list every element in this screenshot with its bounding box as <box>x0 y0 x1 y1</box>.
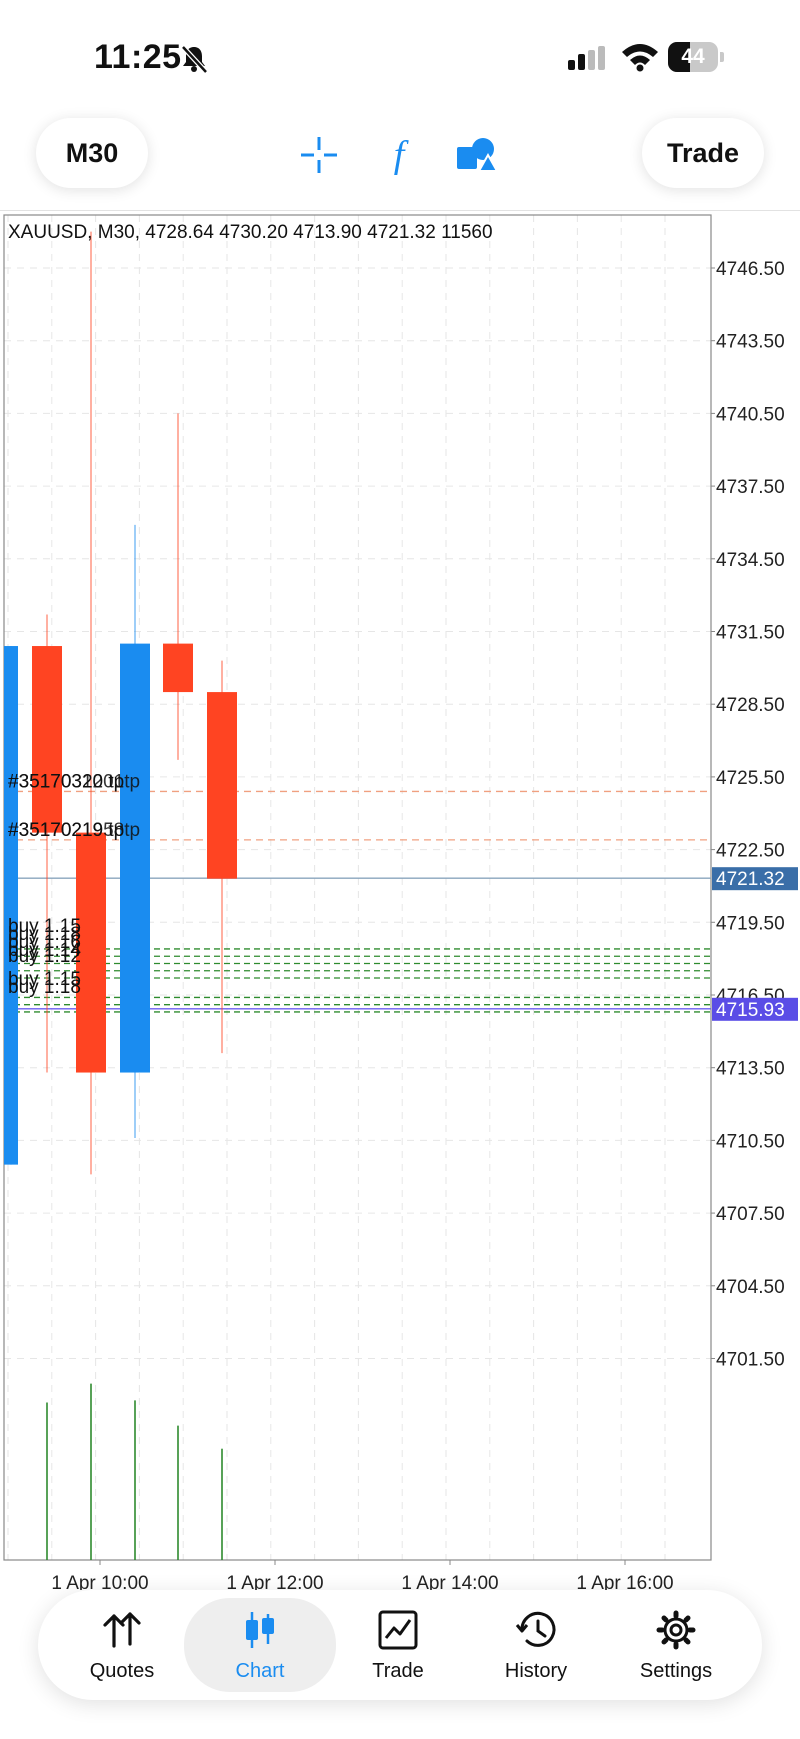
candle-body <box>4 646 18 1165</box>
indicator-f-icon[interactable]: f <box>376 132 422 178</box>
nav-settings[interactable]: Settings <box>606 1590 746 1700</box>
nav-chart[interactable]: Chart <box>184 1598 336 1692</box>
order-tp-label-overlay: #3517021958tp <box>8 820 140 841</box>
order-tp-label-overlay: #3517031201tp <box>8 771 140 792</box>
status-bar: 11:25 44 <box>0 0 800 110</box>
buy-position-label: buy 1.18 <box>8 977 81 998</box>
volume-bars <box>46 1383 223 1560</box>
price-axis: 4746.50 4743.50 4740.50 4737.50 4734.50 4731.… <box>711 259 798 1370</box>
price-tick-label: 4743.50 <box>716 332 785 353</box>
price-tick-label: 4701.50 <box>716 1349 785 1370</box>
shapes-icon[interactable] <box>454 132 500 178</box>
nav-label: Quotes <box>89 1660 155 1682</box>
history-clock-icon <box>515 1611 556 1647</box>
clock-time: 11:25 <box>94 38 182 76</box>
price-chart[interactable]: #35170320 tp#3517031201tp#35170219 tp#35… <box>0 210 800 1590</box>
nav-label: Chart <box>235 1660 285 1682</box>
time-axis: 1 Apr 10:00 1 Apr 12:00 1 Apr 14:00 1 Apr 1… <box>51 1560 674 1590</box>
timeframe-button[interactable]: M30 <box>36 118 148 188</box>
candles-icon <box>246 1612 274 1648</box>
nav-label: Trade <box>372 1660 424 1682</box>
battery-level: 44 <box>681 45 705 68</box>
time-tick-label: 1 Apr 14:00 <box>401 1573 498 1590</box>
nav-history[interactable]: History <box>466 1590 606 1700</box>
price-tick-label: 4704.50 <box>716 1277 785 1298</box>
time-tick-label: 1 Apr 16:00 <box>576 1573 673 1590</box>
price-tick-label: 4722.50 <box>716 841 785 862</box>
current-price-label: 4721.32 <box>716 869 785 890</box>
price-tick-label: 4713.50 <box>716 1059 785 1080</box>
battery-indicator: 44 <box>668 42 724 72</box>
gear-icon <box>656 1610 696 1650</box>
silent-bell-icon <box>181 45 208 74</box>
time-tick-label: 1 Apr 12:00 <box>226 1573 323 1590</box>
alt-price-label: 4715.93 <box>716 1000 785 1021</box>
price-tick-label: 4707.50 <box>716 1204 785 1225</box>
candle-body <box>207 692 237 879</box>
price-tick-label: 4746.50 <box>716 259 785 280</box>
chart-header: XAUUSD, M30, 4728.64 4730.20 4713.90 472… <box>8 222 493 243</box>
candle-body <box>120 643 150 1073</box>
candles <box>4 231 237 1175</box>
price-tick-label: 4725.50 <box>716 768 785 789</box>
crosshair-icon[interactable] <box>296 132 342 178</box>
quotes-arrows-icon <box>103 1612 141 1648</box>
candle-body <box>163 643 193 693</box>
bottom-navigation: Quotes Chart Trade History Settings <box>38 1590 762 1700</box>
svg-text:f: f <box>394 134 409 176</box>
nav-quotes[interactable]: Quotes <box>52 1590 192 1700</box>
time-tick-label: 1 Apr 10:00 <box>51 1573 148 1590</box>
candle-body <box>32 646 62 833</box>
price-tick-label: 4740.50 <box>716 404 785 425</box>
cellular-signal-icon <box>568 46 605 70</box>
price-tick-label: 4731.50 <box>716 622 785 643</box>
nav-label: History <box>504 1660 568 1682</box>
chart-grid <box>4 215 711 1560</box>
price-tick-label: 4710.50 <box>716 1131 785 1152</box>
buy-position-label: buy 1.12 <box>8 946 81 967</box>
price-tick-label: 4737.50 <box>716 477 785 498</box>
wifi-icon <box>622 44 658 72</box>
price-tick-label: 4719.50 <box>716 913 785 934</box>
nav-label: Settings <box>639 1660 713 1682</box>
price-tick-label: 4728.50 <box>716 695 785 716</box>
trade-chart-icon <box>378 1610 418 1650</box>
trade-button[interactable]: Trade <box>642 118 764 188</box>
nav-trade[interactable]: Trade <box>328 1590 468 1700</box>
price-tick-label: 4734.50 <box>716 550 785 571</box>
